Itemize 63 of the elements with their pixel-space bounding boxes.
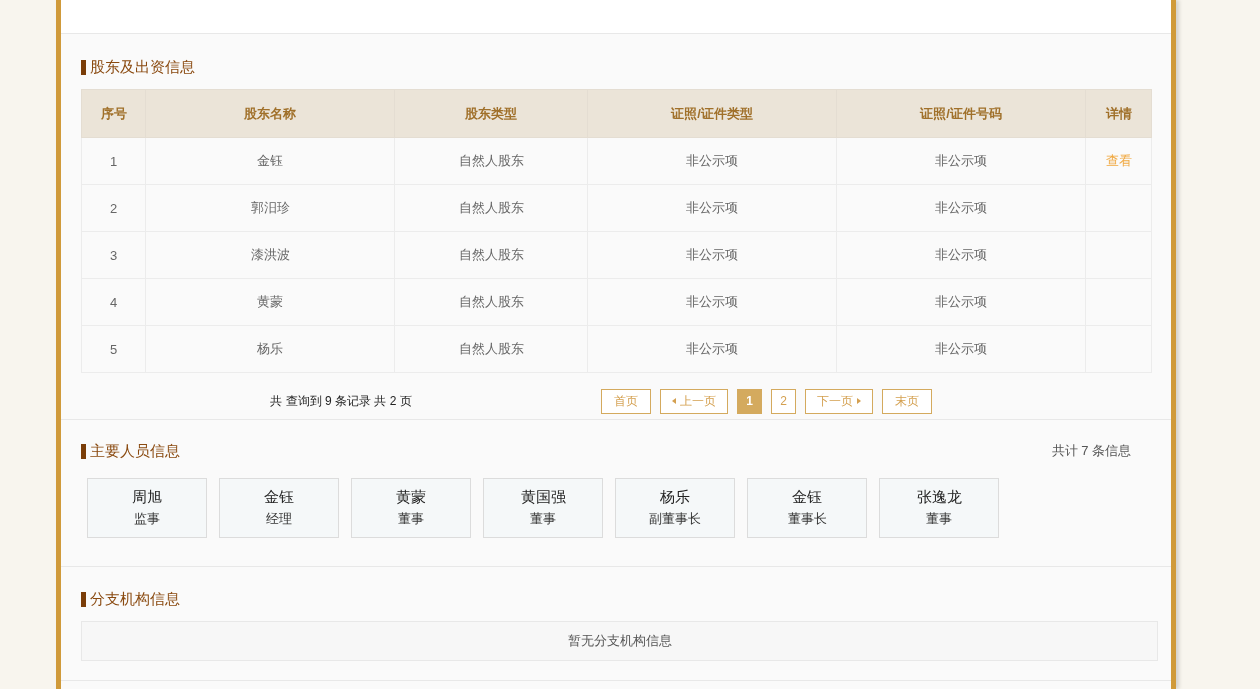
person-card[interactable]: 周旭 监事	[87, 478, 207, 538]
column-header: 证照/证件号码	[836, 89, 1086, 138]
column-header: 序号	[81, 89, 146, 138]
table-cell: 黄蒙	[145, 278, 395, 326]
person-card[interactable]: 黄蒙 董事	[351, 478, 471, 538]
person-name: 黄蒙	[396, 487, 426, 507]
section-title: 股东及出资信息	[90, 57, 195, 77]
table-cell: 非公示项	[587, 278, 837, 326]
title-marker-icon	[81, 443, 86, 459]
person-name: 周旭	[132, 487, 162, 507]
section-title: 分支机构信息	[90, 589, 180, 609]
table-cell: 1	[81, 137, 146, 185]
table-cell: 5	[81, 325, 146, 373]
column-header: 股东名称	[145, 89, 395, 138]
table-cell: 自然人股东	[394, 137, 588, 185]
table-cell: 非公示项	[836, 137, 1086, 185]
column-header: 证照/证件类型	[587, 89, 837, 138]
person-role: 副董事长	[649, 510, 701, 528]
person-card[interactable]: 黄国强 董事	[483, 478, 603, 538]
person-role: 董事	[926, 510, 952, 528]
title-marker-icon	[81, 591, 86, 607]
table-cell: 非公示项	[836, 325, 1086, 373]
person-name: 杨乐	[660, 487, 690, 507]
table-cell: 非公示项	[587, 137, 837, 185]
table-cell: 4	[81, 278, 146, 326]
left-caret-icon	[672, 398, 676, 404]
empty-message: 暂无分支机构信息	[81, 621, 1158, 661]
column-header: 详情	[1085, 89, 1152, 138]
table-cell: 自然人股东	[394, 231, 588, 279]
table-cell: 自然人股东	[394, 184, 588, 232]
title-marker-icon	[81, 59, 86, 75]
table-cell: 金钰	[145, 137, 395, 185]
person-card[interactable]: 杨乐 副董事长	[615, 478, 735, 538]
table-cell: 非公示项	[587, 184, 837, 232]
person-card[interactable]: 金钰 董事长	[747, 478, 867, 538]
table-cell: 非公示项	[836, 231, 1086, 279]
section-title: 主要人员信息	[90, 441, 180, 461]
table-cell: 自然人股东	[394, 278, 588, 326]
person-role: 董事长	[787, 510, 827, 528]
table-cell: 自然人股东	[394, 325, 588, 373]
table-cell: 非公示项	[587, 231, 837, 279]
person-name: 黄国强	[520, 487, 566, 507]
person-role: 监事	[134, 510, 160, 528]
person-card[interactable]: 金钰 经理	[219, 478, 339, 538]
table-cell: 非公示项	[836, 184, 1086, 232]
column-header: 股东类型	[394, 89, 588, 138]
person-name: 金钰	[792, 487, 822, 507]
table-cell: 3	[81, 231, 146, 279]
table-cell: 漆洪波	[145, 231, 395, 279]
person-role: 经理	[266, 510, 292, 528]
record-count: 共计 7 条信息	[1051, 442, 1131, 460]
table-cell: 郭汨珍	[145, 184, 395, 232]
person-name: 金钰	[264, 487, 294, 507]
right-caret-icon	[857, 398, 861, 404]
person-name: 张逸龙	[916, 487, 962, 507]
table-cell: 非公示项	[836, 278, 1086, 326]
record-summary: 共 查询到 9 条记录 共 2 页	[269, 392, 413, 410]
table-cell: 杨乐	[145, 325, 395, 373]
table-cell: 非公示项	[587, 325, 837, 373]
person-role: 董事	[398, 510, 424, 528]
person-card[interactable]: 张逸龙 董事	[879, 478, 999, 538]
table-cell: 2	[81, 184, 146, 232]
person-role: 董事	[530, 510, 556, 528]
